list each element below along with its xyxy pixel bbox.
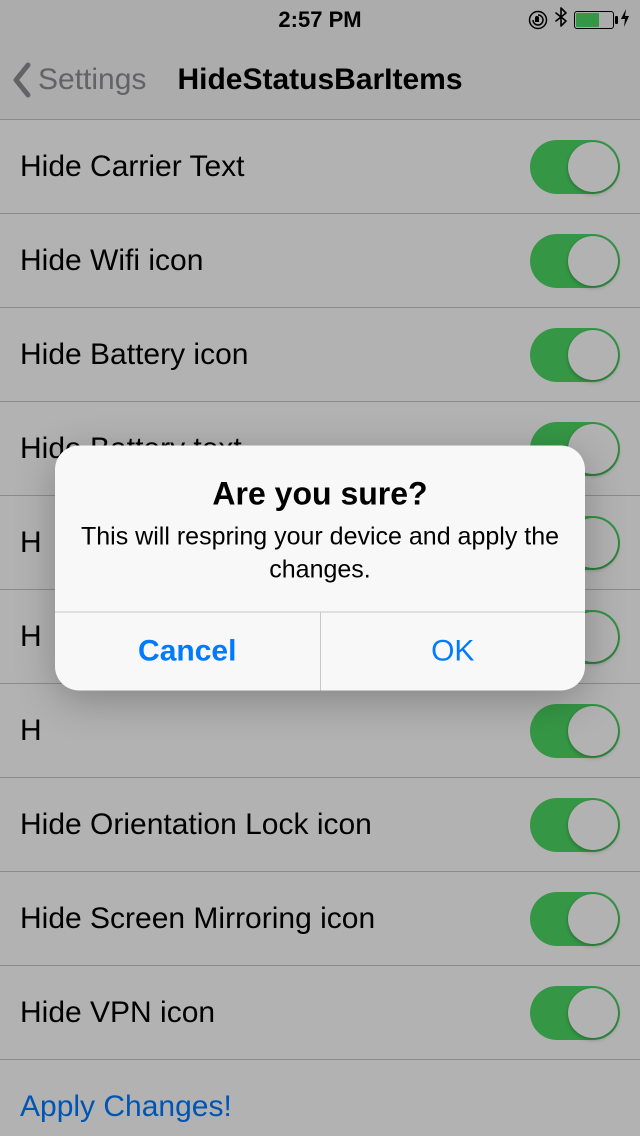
- alert-message: This will respring your device and apply…: [81, 521, 559, 586]
- cancel-button[interactable]: Cancel: [55, 613, 321, 691]
- confirm-dialog: Are you sure? This will respring your de…: [55, 446, 585, 691]
- alert-title: Are you sure?: [81, 476, 559, 513]
- alert-buttons: Cancel OK: [55, 612, 585, 691]
- alert-body: Are you sure? This will respring your de…: [55, 446, 585, 612]
- ok-button[interactable]: OK: [321, 613, 586, 691]
